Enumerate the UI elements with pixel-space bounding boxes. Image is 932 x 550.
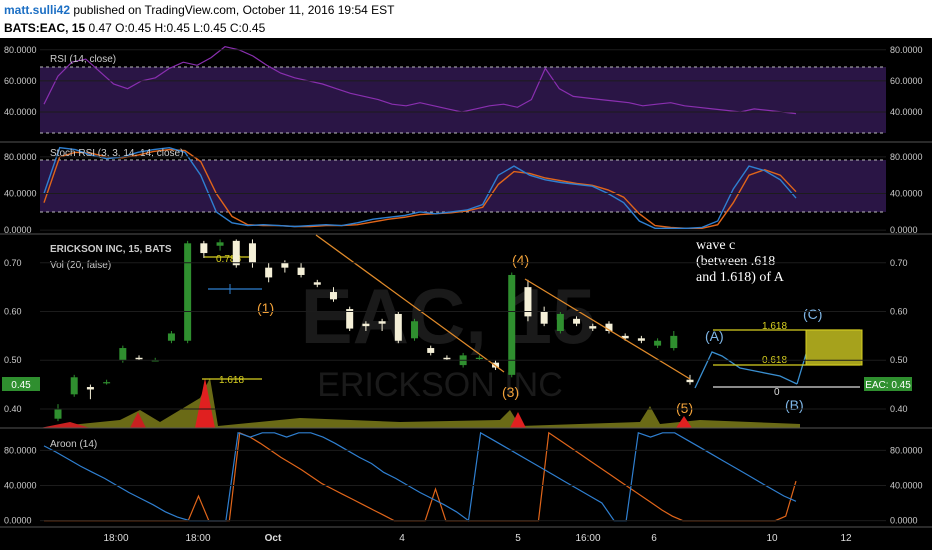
x-tick-label: 6 (651, 533, 657, 544)
watermark-name: ERICKSON INC (317, 366, 563, 404)
candle-body (86, 387, 94, 390)
candle-body (184, 243, 192, 341)
candle-body (329, 292, 337, 300)
candle-body (394, 313, 402, 341)
y-tick-label-right: 40.0000 (890, 189, 923, 199)
x-tick-label: 4 (399, 533, 405, 544)
y-tick-label-right: 80.0000 (890, 45, 923, 55)
candle-body (411, 321, 419, 339)
candle-body (637, 338, 645, 341)
candle-body (248, 243, 256, 263)
candle-body (167, 333, 175, 341)
x-tick-label: 10 (766, 533, 778, 544)
candle-body (135, 357, 143, 360)
candle-body (686, 379, 694, 383)
candle-body (670, 335, 678, 349)
y-tick-label-left: 80.0000 (4, 445, 37, 455)
wave-label-5: (5) (676, 400, 693, 416)
y-tick-label-right: 40.0000 (890, 480, 923, 490)
price-tag-right-label: EAC: 0.45 (865, 380, 911, 391)
price-title: ERICKSON INC, 15, BATS (50, 244, 172, 255)
y-tick-label-left: 60.0000 (4, 76, 37, 86)
candle-body (475, 357, 483, 359)
candle-body (103, 382, 111, 384)
wave-label-1: (1) (257, 300, 274, 316)
candle-body (119, 348, 127, 361)
candle-body (313, 282, 321, 285)
candle-body (654, 340, 662, 346)
candle-body (200, 243, 208, 254)
candle-body (281, 262, 289, 268)
watermark-symbol: EAC, 15 (301, 272, 596, 360)
chart-page: matt.sulli42 published on TradingView.co… (0, 0, 932, 550)
x-tick-label: 5 (515, 533, 521, 544)
candle-body (573, 318, 581, 324)
rsi-band (40, 67, 886, 133)
candle-body (427, 348, 435, 353)
y-tick-label-left: 0.60 (4, 307, 22, 317)
symbol-line: BATS:EAC, 15 0.47 O:0.45 H:0.45 L:0.45 C… (4, 21, 265, 35)
annotation-line-3: and 1.618) of A (696, 270, 785, 285)
y-tick-label-right: 60.0000 (890, 76, 923, 86)
stoch-band (40, 160, 886, 212)
x-tick-label: 18:00 (103, 533, 128, 544)
wave-label-4: (4) (512, 252, 529, 268)
wave-label-3: (3) (502, 384, 519, 400)
aroon-title: Aroon (14) (50, 439, 97, 450)
chart-area: RSI (14, close) 80.0000 80.000060.0000 60.… (0, 38, 932, 550)
fib-label-1618-right: 1.618 (762, 321, 787, 332)
candle-body (378, 321, 386, 324)
y-tick-label-left: 80.0000 (4, 45, 37, 55)
fib-label-0: 0 (774, 387, 780, 398)
symbol-label: BATS:EAC, 15 (4, 21, 86, 35)
candle-body (216, 242, 224, 246)
fib-label-1618-left: 1.618 (219, 375, 244, 386)
y-tick-label-left: 0.0000 (4, 516, 32, 526)
y-tick-label-right: 0.40 (890, 404, 908, 414)
candle-body (443, 357, 451, 360)
publish-line: matt.sulli42 published on TradingView.co… (4, 3, 394, 17)
ohlc-values: 0.47 O:0.45 H:0.45 L:0.45 C:0.45 (85, 21, 266, 35)
wave-label-a: (A) (705, 328, 724, 344)
wave-label-b: (B) (785, 397, 804, 413)
y-tick-label-left: 40.0000 (4, 189, 37, 199)
rsi-title: RSI (14, close) (50, 54, 116, 65)
candle-body (362, 323, 370, 327)
y-tick-label-left: 0.40 (4, 404, 22, 414)
candle-body (265, 267, 273, 278)
x-tick-label: 18:00 (185, 533, 210, 544)
candle-body (556, 313, 564, 331)
y-tick-label-left: 0.50 (4, 355, 22, 365)
annotation-line-1: wave c (696, 238, 735, 253)
candle-body (297, 267, 305, 275)
y-tick-label-left: 80.0000 (4, 152, 37, 162)
candle-body (540, 311, 548, 324)
wave-label-c: (C) (803, 306, 822, 322)
candle-body (232, 240, 240, 266)
y-tick-label-left: 40.0000 (4, 480, 37, 490)
y-tick-label-left: 40.0000 (4, 107, 37, 117)
candle-body (54, 408, 62, 419)
y-tick-label-right: 80.0000 (890, 445, 923, 455)
candle-body (70, 377, 78, 395)
y-tick-label-right: 40.0000 (890, 107, 923, 117)
y-tick-label-right: 80.0000 (890, 152, 923, 162)
publish-info: published on TradingView.com, October 11… (70, 3, 395, 17)
author-link[interactable]: matt.sulli42 (4, 3, 70, 17)
x-tick-label: Oct (265, 533, 282, 544)
y-tick-label-right: 0.70 (890, 258, 908, 268)
x-tick-label: 12 (840, 533, 852, 544)
y-tick-label-right: 0.50 (890, 355, 908, 365)
y-tick-label-right: 0.0000 (890, 516, 918, 526)
y-tick-label-left: 0.70 (4, 258, 22, 268)
y-tick-label-right: 0.60 (890, 307, 908, 317)
price-tag-left-label: 0.45 (11, 380, 31, 391)
x-tick-label: 16:00 (575, 533, 600, 544)
candle-body (589, 326, 597, 329)
volume-title: Vol (20, false) (50, 260, 111, 271)
annotation-line-2: (between .618 (696, 254, 775, 269)
